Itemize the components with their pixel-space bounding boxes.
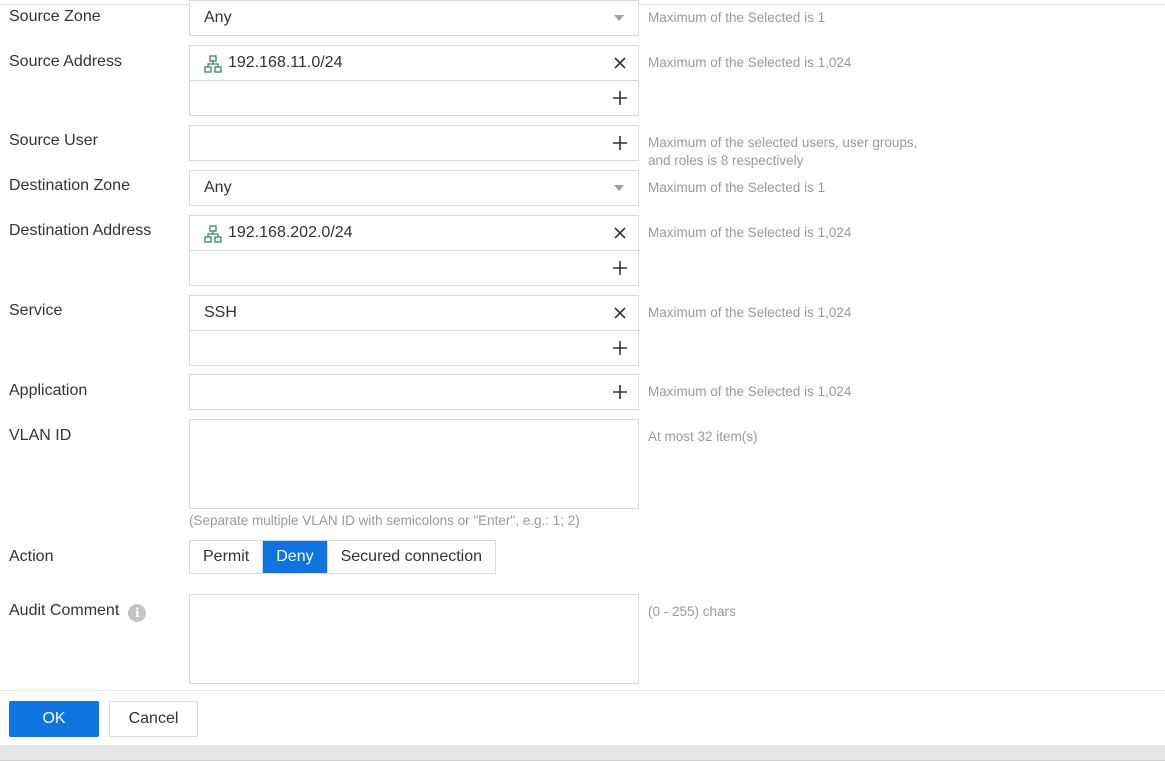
caret-down-icon[interactable] [614, 15, 624, 21]
bottom-scroll-area [0, 745, 1165, 761]
action-permit-option[interactable]: Permit [190, 541, 262, 573]
caret-down-icon[interactable] [614, 185, 624, 191]
vlan-id-hint: At most 32 item(s) [648, 429, 758, 444]
list-item: 192.168.11.0/24 [190, 46, 638, 80]
action-secured-connection-option[interactable]: Secured connection [326, 541, 495, 573]
plus-icon[interactable] [612, 260, 628, 276]
destination-address-list: 192.168.202.0/24 [189, 215, 639, 286]
plus-icon[interactable] [612, 90, 628, 106]
plus-icon[interactable] [612, 384, 628, 400]
application-list [189, 374, 639, 410]
source-address-item: 192.168.11.0/24 [228, 54, 343, 71]
source-zone-select[interactable]: Any [189, 0, 639, 36]
add-row [190, 330, 638, 365]
ok-button[interactable]: OK [9, 701, 99, 737]
source-user-label: Source User [9, 132, 98, 149]
source-address-hint: Maximum of the Selected is 1,024 [648, 55, 852, 70]
vlan-id-box [189, 419, 639, 509]
application-hint: Maximum of the Selected is 1,024 [648, 384, 852, 399]
close-icon[interactable] [612, 305, 628, 321]
source-address-list: 192.168.11.0/24 [189, 45, 639, 116]
destination-zone-value: Any [204, 179, 232, 196]
action-deny-option[interactable]: Deny [262, 541, 327, 573]
destination-address-hint: Maximum of the Selected is 1,024 [648, 225, 852, 240]
list-item: SSH [190, 296, 638, 330]
source-user-list [189, 125, 639, 161]
audit-comment-label-row: Audit Comment i [9, 602, 147, 622]
add-row [190, 250, 638, 285]
list-item: 192.168.202.0/24 [190, 216, 638, 250]
add-row [190, 80, 638, 115]
destination-address-label: Destination Address [9, 222, 152, 239]
audit-comment-hint: (0 - 255) chars [648, 604, 736, 619]
audit-comment-input[interactable] [190, 595, 638, 683]
info-icon[interactable]: i [128, 604, 147, 622]
vlan-id-label: VLAN ID [9, 427, 72, 444]
source-user-hint-line2: and roles is 8 respectively [648, 153, 804, 168]
footer-divider [0, 690, 1165, 691]
destination-zone-select[interactable]: Any [189, 170, 639, 206]
vlan-id-input[interactable] [190, 420, 638, 508]
add-row [190, 126, 638, 160]
audit-comment-label: Audit Comment [9, 602, 120, 619]
service-item: SSH [204, 304, 237, 321]
vlan-id-note: (Separate multiple VLAN ID with semicolo… [189, 513, 580, 528]
audit-comment-box [189, 594, 639, 684]
application-label: Application [9, 382, 88, 399]
destination-zone-hint: Maximum of the Selected is 1 [648, 180, 826, 195]
plus-icon[interactable] [612, 340, 628, 356]
service-label: Service [9, 302, 63, 319]
action-label: Action [9, 548, 54, 565]
source-user-hint: Maximum of the selected users, user grou… [648, 134, 917, 170]
service-hint: Maximum of the Selected is 1,024 [648, 305, 852, 320]
source-zone-hint: Maximum of the Selected is 1 [648, 10, 826, 25]
close-icon[interactable] [612, 55, 628, 71]
service-list: SSH [189, 295, 639, 366]
close-icon[interactable] [612, 225, 628, 241]
add-row [190, 375, 638, 409]
source-zone-value: Any [204, 9, 232, 26]
cancel-button[interactable]: Cancel [109, 701, 198, 737]
source-address-label: Source Address [9, 53, 122, 70]
source-user-hint-line1: Maximum of the selected users, user grou… [648, 135, 918, 150]
action-segmented-control: Permit Deny Secured connection [189, 540, 497, 574]
destination-zone-label: Destination Zone [9, 177, 130, 194]
network-object-icon [204, 55, 222, 73]
source-zone-label: Source Zone [9, 8, 101, 25]
network-object-icon [204, 225, 222, 243]
destination-address-item: 192.168.202.0/24 [228, 224, 353, 241]
plus-icon[interactable] [612, 135, 628, 151]
